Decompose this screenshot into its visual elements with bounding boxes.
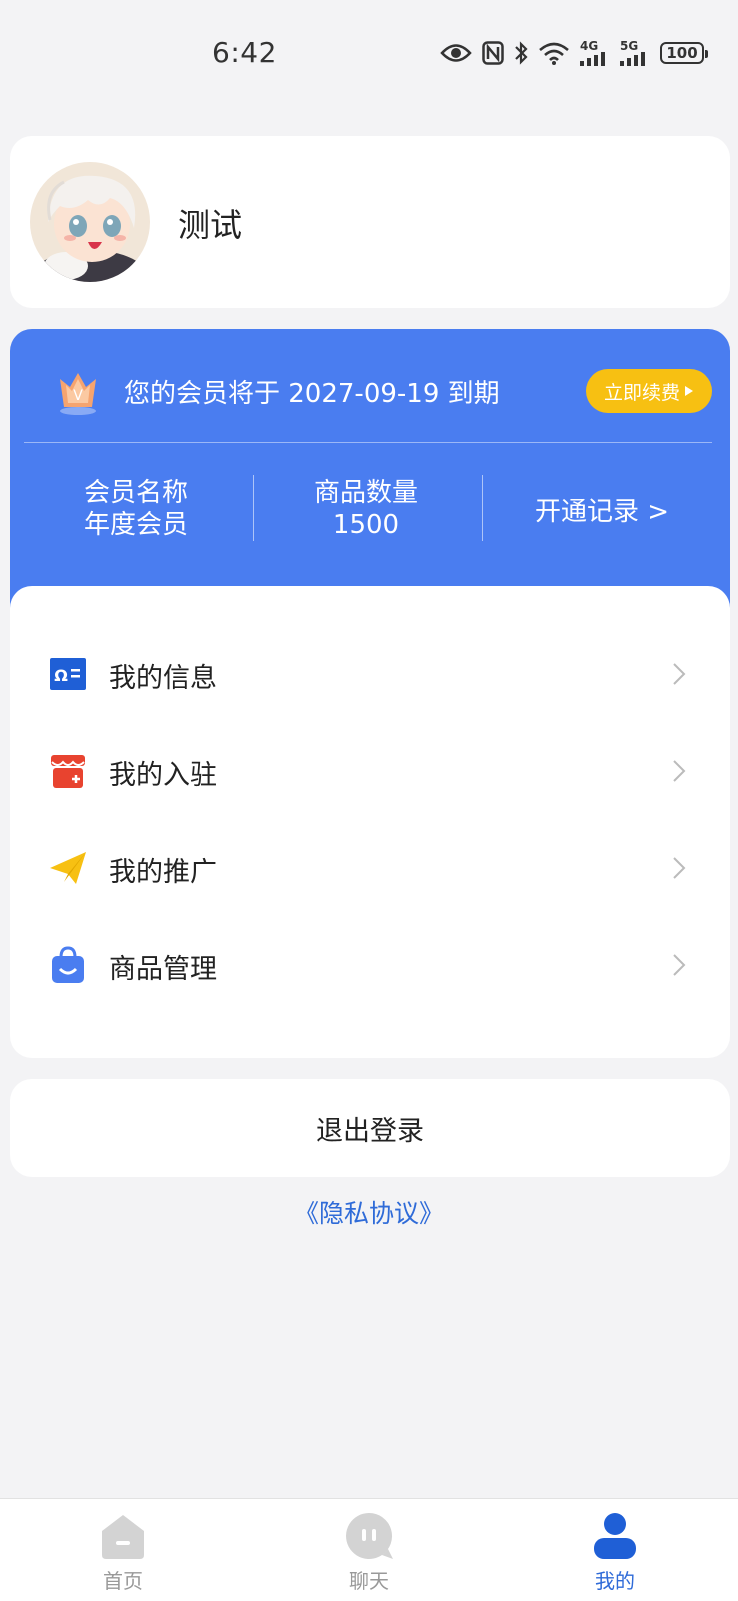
menu-item-label: 我的信息 bbox=[109, 663, 217, 694]
product-count-value: 1500 bbox=[332, 510, 400, 540]
network-label-1: 4G bbox=[580, 39, 599, 53]
tab-mine[interactable]: 我的 bbox=[492, 1499, 738, 1601]
menu-item-label: 我的入驻 bbox=[109, 760, 217, 791]
bottom-tab-bar: 首页 聊天 我的 bbox=[0, 1498, 738, 1601]
svg-text:Ω: Ω bbox=[54, 666, 68, 685]
membership-name-value: 年度会员 bbox=[83, 510, 188, 540]
signal-icon bbox=[580, 52, 605, 66]
tab-chat[interactable]: 聊天 bbox=[246, 1499, 492, 1601]
menu-item-my-info[interactable]: Ω 我的信息 bbox=[10, 626, 730, 722]
shopping-bag-icon bbox=[52, 946, 84, 983]
signal-5g: 5G bbox=[620, 40, 650, 66]
menu-item-my-promotion[interactable]: 我的推广 bbox=[10, 820, 730, 916]
tab-label: 聊天 bbox=[349, 1569, 389, 1593]
tab-home[interactable]: 首页 bbox=[0, 1499, 246, 1601]
renew-button-label: 立即续费 bbox=[603, 381, 680, 404]
home-icon bbox=[102, 1515, 144, 1559]
username: 测试 bbox=[178, 206, 243, 244]
paper-plane-icon bbox=[50, 852, 86, 884]
membership-name-label: 会员名称 bbox=[83, 478, 188, 508]
chevron-right-icon bbox=[673, 760, 686, 782]
play-arrow-icon bbox=[685, 386, 693, 396]
status-icons: 4G 5G 100 bbox=[440, 38, 708, 68]
menu-item-product-management[interactable]: 商品管理 bbox=[10, 917, 730, 1013]
store-icon bbox=[51, 755, 85, 788]
tab-label: 首页 bbox=[103, 1569, 143, 1593]
status-time: 6:42 bbox=[212, 36, 277, 69]
id-card-icon: Ω bbox=[50, 658, 86, 690]
chevron-right-icon bbox=[673, 954, 686, 976]
menu-item-my-settlement[interactable]: 我的入驻 bbox=[10, 723, 730, 819]
membership-expiry-text: 您的会员将于 2027-09-19 到期 bbox=[124, 379, 500, 409]
user-icon bbox=[594, 1513, 636, 1559]
svg-text:V: V bbox=[73, 388, 83, 404]
renew-button[interactable]: 立即续费 bbox=[586, 369, 712, 413]
battery-level: 100 bbox=[666, 44, 698, 62]
chevron-right-icon bbox=[673, 663, 686, 685]
activation-records-link[interactable]: 开通记录 > bbox=[482, 491, 722, 528]
status-bar: 6:42 4G 5G 100 bbox=[0, 0, 738, 110]
menu-card: Ω 我的信息 我的入驻 我的推广 商品管理 bbox=[10, 586, 730, 1058]
eye-icon bbox=[440, 44, 472, 62]
logout-button[interactable]: 退出登录 bbox=[10, 1079, 730, 1177]
menu-item-label: 我的推广 bbox=[109, 857, 217, 888]
membership-card: V 您的会员将于 2027-09-19 到期 立即续费 会员名称 年度会员 商品… bbox=[10, 329, 730, 629]
profile-card[interactable]: 测试 bbox=[10, 136, 730, 308]
nfc-icon bbox=[482, 41, 504, 65]
tab-label: 我的 bbox=[595, 1569, 635, 1593]
avatar[interactable] bbox=[30, 162, 150, 282]
chat-icon bbox=[346, 1513, 393, 1559]
bluetooth-icon bbox=[515, 41, 528, 65]
product-count-label: 商品数量 bbox=[313, 478, 418, 508]
logout-label: 退出登录 bbox=[316, 1115, 424, 1147]
network-label-2: 5G bbox=[620, 39, 639, 53]
signal-4g: 4G bbox=[580, 40, 610, 66]
chevron-right-icon bbox=[673, 857, 686, 879]
privacy-agreement-link[interactable]: 《隐私协议》 bbox=[0, 1194, 738, 1230]
vip-crown-icon: V bbox=[60, 373, 96, 415]
wifi-icon bbox=[539, 42, 569, 65]
menu-item-label: 商品管理 bbox=[109, 954, 217, 985]
product-count-stat: 商品数量 1500 bbox=[252, 477, 480, 541]
signal-icon bbox=[620, 52, 645, 66]
battery-icon: 100 bbox=[660, 42, 708, 64]
membership-divider bbox=[24, 442, 712, 443]
membership-name-stat: 会员名称 年度会员 bbox=[22, 477, 250, 541]
